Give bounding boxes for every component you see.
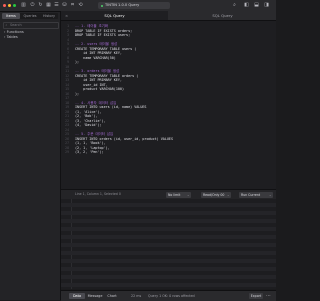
search-icon[interactable]: ⌕: [232, 2, 237, 8]
database-icon[interactable]: ⛁: [62, 2, 67, 8]
readonly-label: Read/Only 00: [203, 192, 225, 197]
close-tab-icon[interactable]: ×: [65, 11, 68, 20]
limit-label: No limit: [168, 192, 181, 197]
sidebar-tabs: Items Queries History: [2, 13, 58, 19]
panel-left-icon[interactable]: ◧: [244, 2, 249, 8]
export-button[interactable]: Export: [249, 293, 263, 299]
sidebar-tab-queries[interactable]: Queries: [21, 13, 39, 19]
sidebar-toggle-icon[interactable]: ▥: [21, 2, 26, 8]
more-options-icon[interactable]: ⋯: [266, 293, 271, 299]
refresh-icon[interactable]: ↻: [38, 2, 43, 8]
panel-bottom-icon[interactable]: ⬓: [254, 2, 259, 8]
chevron-down-icon: ⌄: [268, 192, 272, 197]
tab-label: SQL Query: [212, 13, 233, 18]
history-icon[interactable]: ⟲: [78, 2, 83, 8]
tab-sql-query-1[interactable]: × SQL Query: [61, 11, 168, 20]
results-bottom-bar: Data Message Chart 22 ms Query 1 OK: 0 r…: [61, 290, 276, 301]
minimize-window-button[interactable]: [8, 4, 11, 7]
sidebar-tab-items[interactable]: Items: [2, 13, 20, 19]
connection-label: TINTIN 1.0.0 Query: [105, 3, 140, 7]
chevron-right-icon: ›: [4, 30, 6, 34]
code-line[interactable]: name VARCHAR(50): [75, 56, 116, 61]
code-line[interactable]: product VARCHAR(100): [75, 87, 124, 92]
table-icon[interactable]: ▦: [46, 2, 51, 8]
line-gutter: 1 2 3 4 5 6 7 8 9 10 11 12 13 14 15 16 17 18 19 20 21 22 23 24 2…: [61, 21, 71, 197]
cursor-position: Line 1, Column 1, Selected 0: [75, 192, 121, 196]
table-row[interactable]: [61, 283, 276, 287]
tab-message[interactable]: Message: [86, 293, 104, 299]
panel-right-icon[interactable]: ◨: [264, 2, 269, 8]
tab-chart[interactable]: Chart: [105, 293, 119, 299]
sql-icon[interactable]: ⌗: [70, 2, 75, 8]
line-number: 29: [65, 150, 69, 154]
search-icon: ⌕: [5, 23, 8, 27]
editor-status-bar: Line 1, Column 1, Selected 0 No limit ⌄ …: [61, 189, 276, 199]
chevron-right-icon: ›: [4, 35, 6, 39]
tab-label: SQL Query: [104, 13, 125, 18]
code-line[interactable]: );: [75, 92, 79, 97]
code-line[interactable]: );: [75, 60, 79, 65]
run-current-label: Run Current: [241, 192, 261, 197]
list-icon[interactable]: ☰: [54, 2, 59, 8]
sql-editor[interactable]: 1 2 3 4 5 6 7 8 9 10 11 12 13 14 15 16 17 18 19 20 21 22 23 24 2…: [61, 21, 276, 197]
editor-tab-bar: × SQL Query SQL Query: [61, 11, 276, 21]
run-current-button[interactable]: Run Current ⌄: [239, 191, 273, 198]
sidebar: Items Queries History ⌕ Search › Functio…: [0, 12, 61, 300]
zoom-window-button[interactable]: [13, 4, 16, 7]
connection-status[interactable]: TINTIN 1.0.0 Query: [98, 2, 170, 9]
readonly-dropdown[interactable]: Read/Only 00 ⌄: [201, 191, 231, 198]
code-line[interactable]: (3, 2, 'Pen');: [75, 150, 104, 155]
sidebar-item-label: Functions: [6, 30, 24, 34]
chevron-down-icon: ⌄: [186, 192, 190, 197]
sidebar-item-tables[interactable]: › Tables: [4, 35, 18, 40]
power-icon[interactable]: ⏻: [30, 2, 35, 8]
code-line[interactable]: DROP TABLE IF EXISTS users;: [75, 33, 130, 38]
limit-dropdown[interactable]: No limit ⌄: [166, 191, 191, 198]
connected-dot-icon: [101, 4, 103, 7]
sidebar-search-input[interactable]: ⌕ Search: [3, 22, 59, 29]
results-grid[interactable]: [61, 199, 276, 289]
tab-sql-query-2[interactable]: SQL Query: [169, 11, 276, 20]
code-line[interactable]: (4, 'David');: [75, 123, 102, 128]
sidebar-item-label: Tables: [6, 35, 18, 39]
sidebar-search-placeholder: Search: [10, 23, 22, 27]
close-window-button[interactable]: [3, 4, 6, 7]
sidebar-tab-history[interactable]: History: [40, 13, 58, 19]
tab-data[interactable]: Data: [69, 293, 85, 299]
chevron-down-icon: ⌄: [226, 192, 230, 197]
